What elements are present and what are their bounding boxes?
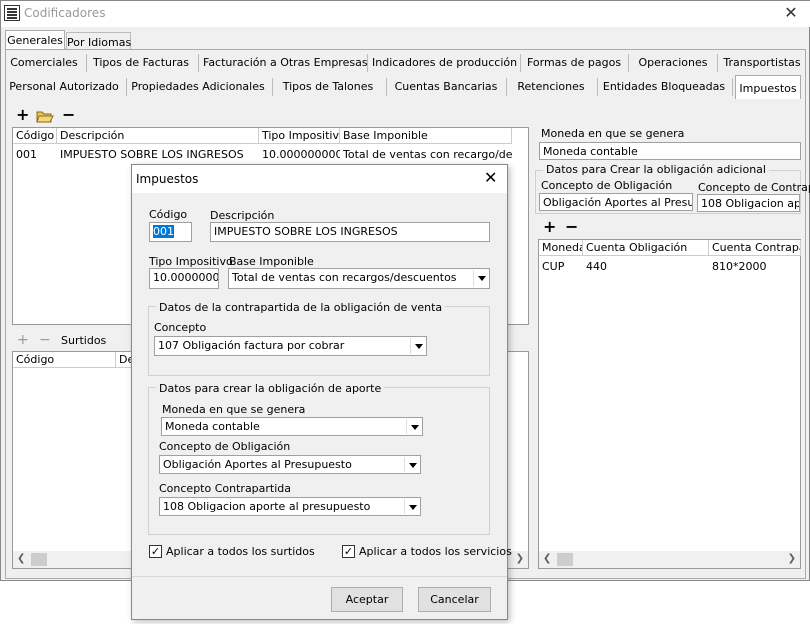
chevron-down-icon[interactable] (410, 338, 425, 354)
group2-title: Datos para crear la obligación de aporte (156, 382, 385, 395)
concepto-oblig-label: Concepto de Obligación (541, 179, 673, 192)
dialog-close-icon[interactable]: ✕ (484, 168, 497, 187)
tab-tipos-de-talones[interactable]: Tipos de Talones (277, 74, 379, 98)
tab-cuentas-bancarias[interactable]: Cuentas Bancarias (391, 74, 501, 98)
app-icon (4, 5, 20, 21)
group-title: Datos para Crear la obligación adicional (543, 163, 769, 176)
oblig-select-value: Obligación Aportes al Presupuesto (163, 458, 352, 471)
add-icon[interactable]: + (16, 107, 29, 123)
tab-entidades-bloqueadas[interactable]: Entidades Bloqueadas (602, 74, 726, 98)
table-cell[interactable]: IMPUESTO SOBRE LOS INGRESOS (57, 147, 259, 163)
col-header-base[interactable]: Base Imponible (340, 128, 512, 144)
col-header-moneda[interactable]: Moneda (539, 240, 583, 256)
concepto-select[interactable]: 107 Obligación factura por cobrar (154, 336, 427, 356)
cuentas-table[interactable]: Moneda Cuenta Obligación Cuenta Contrapa… (538, 239, 801, 569)
base-select[interactable]: Total de ventas con recargos/descuentos (228, 268, 490, 289)
group1-title: Datos de la contrapartida de la obligaci… (156, 301, 446, 314)
tab-propiedades-adicionales[interactable]: Propiedades Adicionales (131, 74, 265, 98)
cancel-button[interactable]: Cancelar (418, 587, 491, 612)
impuestos-dialog: Impuestos ✕ Código 001 Descripción IMPUE… (131, 164, 512, 620)
tab-indicadores-produccion[interactable]: Indicadores de producción (372, 50, 517, 74)
table-cell[interactable]: Total de ventas con recargo/descue (340, 147, 512, 163)
table-cell[interactable]: 810*2000 (709, 259, 801, 275)
moneda-select[interactable]: Moneda contable (161, 417, 423, 436)
col-header-descripcion[interactable]: Descripción (57, 128, 259, 144)
accept-button[interactable]: Aceptar (331, 587, 403, 612)
chevron-down-icon[interactable] (404, 499, 419, 514)
surtidos-label: Surtidos (61, 334, 107, 347)
tab-comerciales[interactable]: Comerciales (8, 50, 80, 74)
tab-retenciones[interactable]: Retenciones (511, 74, 591, 98)
tipo-input[interactable]: 10.0000000000 (149, 268, 219, 289)
right-add-icon[interactable]: + (543, 219, 556, 235)
separator (132, 576, 507, 577)
col-header-codigo[interactable]: Código (13, 352, 116, 368)
contrap-select[interactable]: 108 Obligacion aporte al presupuesto (159, 497, 421, 516)
tab-impuestos[interactable]: Impuestos (735, 75, 801, 99)
tab-por-idiomas[interactable]: Por Idiomas (66, 32, 131, 50)
moneda-select-value: Moneda contable (165, 420, 260, 433)
tab-personal-autorizado[interactable]: Personal Autorizado (8, 74, 120, 98)
base-select-value: Total de ventas con recargos/descuentos (232, 271, 457, 284)
tab-tipos-de-facturas[interactable]: Tipos de Facturas (91, 50, 191, 74)
moneda-label: Moneda en que se genera (541, 127, 685, 140)
moneda-field[interactable]: Moneda contable (539, 142, 801, 160)
surtidos-checkbox-label[interactable]: Aplicar a todos los surtidos (166, 545, 315, 558)
title-bar: Codificadores ✕ (1, 1, 810, 27)
col-header-codigo[interactable]: Código (13, 128, 57, 144)
chevron-down-icon[interactable] (406, 419, 421, 434)
surtidos-checkbox[interactable]: ✓ (149, 545, 162, 558)
base-label: Base Imponible (229, 255, 314, 268)
contrap-label: Concepto Contrapartida (159, 482, 292, 495)
tab-transportistas[interactable]: Transportistas (722, 50, 802, 74)
concepto-label: Concepto (154, 321, 207, 334)
tab-generales[interactable]: Generales (5, 30, 65, 50)
concepto-contrap-field[interactable]: 108 Obligacion aport (697, 194, 800, 212)
oblig-label: Concepto de Obligación (159, 440, 291, 453)
remove-icon[interactable]: − (62, 107, 75, 123)
servicios-checkbox[interactable]: ✓ (342, 545, 355, 558)
codigo-label: Código (149, 208, 188, 221)
table-cell[interactable]: 001 (13, 147, 57, 163)
contrap-select-value: 108 Obligacion aporte al presupuesto (163, 500, 371, 513)
col-header-cuenta-oblig[interactable]: Cuenta Obligación (583, 240, 709, 256)
servicios-checkbox-label[interactable]: Aplicar a todos los servicios (359, 545, 512, 558)
moneda-label: Moneda en que se genera (162, 403, 306, 416)
col-header-tipo[interactable]: Tipo Impositivo (259, 128, 340, 144)
codigo-value: 001 (153, 225, 174, 238)
col-header-cuenta-contrap[interactable]: Cuenta Contrapart (709, 240, 801, 256)
table-cell[interactable]: 440 (583, 259, 709, 275)
concepto-contrap-label: Concepto de Contrap (698, 181, 810, 194)
table-cell[interactable]: 10.0000000000 (259, 147, 340, 163)
concepto-oblig-field[interactable]: Obligación Aportes al Presupue (539, 193, 693, 211)
close-icon[interactable]: ✕ (777, 3, 805, 23)
tab-operaciones[interactable]: Operaciones (633, 50, 713, 74)
right-remove-icon[interactable]: − (565, 219, 578, 235)
oblig-select[interactable]: Obligación Aportes al Presupuesto (159, 455, 421, 474)
dialog-title-bar: Impuestos ✕ (132, 165, 507, 193)
tipo-label: Tipo Impositivo (149, 255, 233, 268)
window-title: Codificadores (24, 6, 106, 20)
dialog-title: Impuestos (136, 172, 199, 186)
codigo-input[interactable]: 001 (149, 222, 192, 242)
surtidos-remove-icon[interactable]: − (39, 332, 51, 348)
open-folder-icon[interactable] (36, 109, 54, 123)
cuentas-scrollbar[interactable]: ❮ ❯ (539, 551, 800, 568)
chevron-down-icon[interactable] (404, 457, 419, 472)
table-cell[interactable]: CUP (539, 259, 583, 275)
surtidos-add-icon[interactable]: + (17, 332, 29, 348)
chevron-down-icon[interactable] (473, 270, 488, 287)
tab-formas-de-pagos[interactable]: Formas de pagos (525, 50, 623, 74)
concepto-select-value: 107 Obligación factura por cobrar (158, 339, 345, 352)
descripcion-input[interactable]: IMPUESTO SOBRE LOS INGRESOS (210, 222, 490, 242)
tab-facturacion-otras-empresas[interactable]: Facturación a Otras Empresas (203, 50, 368, 74)
descripcion-label: Descripción (210, 209, 275, 222)
